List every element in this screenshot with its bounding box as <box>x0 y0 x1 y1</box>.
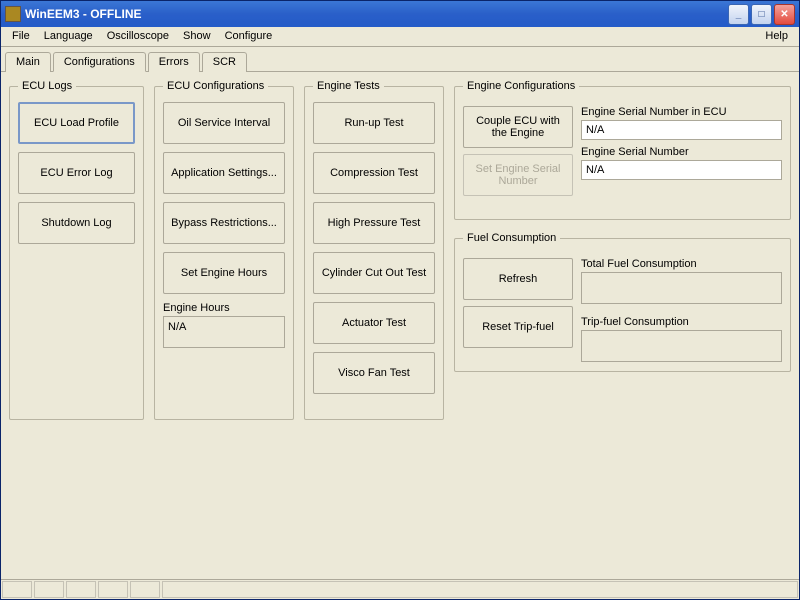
couple-ecu-button[interactable]: Couple ECU with the Engine <box>463 106 573 148</box>
visco-fan-test-button[interactable]: Visco Fan Test <box>313 352 435 394</box>
menu-help[interactable]: Help <box>758 27 795 46</box>
ecu-error-log-button[interactable]: ECU Error Log <box>18 152 135 194</box>
ecu-configurations-group: ECU Configurations Oil Service Interval … <box>154 80 294 420</box>
content-area: ECU Logs ECU Load Profile ECU Error Log … <box>1 72 799 579</box>
titlebar: WinEEM3 - OFFLINE _ □ ✕ <box>1 1 799 27</box>
serial-label: Engine Serial Number <box>581 146 782 158</box>
maximize-button[interactable]: □ <box>751 4 772 25</box>
main-window: WinEEM3 - OFFLINE _ □ ✕ File Language Os… <box>0 0 800 600</box>
actuator-test-button[interactable]: Actuator Test <box>313 302 435 344</box>
trip-fuel-value <box>581 330 782 362</box>
oil-service-interval-button[interactable]: Oil Service Interval <box>163 102 285 144</box>
ecu-logs-legend: ECU Logs <box>18 80 76 92</box>
minimize-button[interactable]: _ <box>728 4 749 25</box>
shutdown-log-button[interactable]: Shutdown Log <box>18 202 135 244</box>
serial-ecu-label: Engine Serial Number in ECU <box>581 106 782 118</box>
ecu-conf-legend: ECU Configurations <box>163 80 268 92</box>
statusbar <box>1 579 799 599</box>
bypass-restrictions-button[interactable]: Bypass Restrictions... <box>163 202 285 244</box>
high-pressure-test-button[interactable]: High Pressure Test <box>313 202 435 244</box>
tab-main[interactable]: Main <box>5 52 51 72</box>
set-engine-serial-button: Set Engine Serial Number <box>463 154 573 196</box>
trip-fuel-label: Trip-fuel Consumption <box>581 316 782 328</box>
menu-oscilloscope[interactable]: Oscilloscope <box>100 27 176 46</box>
serial-ecu-value: N/A <box>581 120 782 140</box>
window-title: WinEEM3 - OFFLINE <box>25 7 726 21</box>
tab-errors[interactable]: Errors <box>148 52 200 72</box>
close-button[interactable]: ✕ <box>774 4 795 25</box>
tab-scr[interactable]: SCR <box>202 52 247 72</box>
engine-configurations-group: Engine Configurations Couple ECU with th… <box>454 80 791 220</box>
application-settings-button[interactable]: Application Settings... <box>163 152 285 194</box>
menubar: File Language Oscilloscope Show Configur… <box>1 27 799 47</box>
reset-tripfuel-button[interactable]: Reset Trip-fuel <box>463 306 573 348</box>
cylinder-cutout-test-button[interactable]: Cylinder Cut Out Test <box>313 252 435 294</box>
menu-configure[interactable]: Configure <box>218 27 280 46</box>
tabbar: Main Configurations Errors SCR <box>1 47 799 72</box>
menu-show[interactable]: Show <box>176 27 218 46</box>
total-fuel-label: Total Fuel Consumption <box>581 258 782 270</box>
tab-configurations[interactable]: Configurations <box>53 52 146 72</box>
total-fuel-value <box>581 272 782 304</box>
app-icon <box>5 6 21 22</box>
ecu-logs-group: ECU Logs ECU Load Profile ECU Error Log … <box>9 80 144 420</box>
fuel-consumption-group: Fuel Consumption Refresh Reset Trip-fuel… <box>454 232 791 372</box>
engine-tests-legend: Engine Tests <box>313 80 384 92</box>
engine-hours-label: Engine Hours <box>163 302 285 314</box>
engine-conf-legend: Engine Configurations <box>463 80 579 92</box>
refresh-button[interactable]: Refresh <box>463 258 573 300</box>
serial-value: N/A <box>581 160 782 180</box>
set-engine-hours-button[interactable]: Set Engine Hours <box>163 252 285 294</box>
menu-language[interactable]: Language <box>37 27 100 46</box>
ecu-load-profile-button[interactable]: ECU Load Profile <box>18 102 135 144</box>
compression-test-button[interactable]: Compression Test <box>313 152 435 194</box>
runup-test-button[interactable]: Run-up Test <box>313 102 435 144</box>
menu-file[interactable]: File <box>5 27 37 46</box>
engine-hours-value: N/A <box>163 316 285 348</box>
engine-tests-group: Engine Tests Run-up Test Compression Tes… <box>304 80 444 420</box>
fuel-legend: Fuel Consumption <box>463 232 560 244</box>
